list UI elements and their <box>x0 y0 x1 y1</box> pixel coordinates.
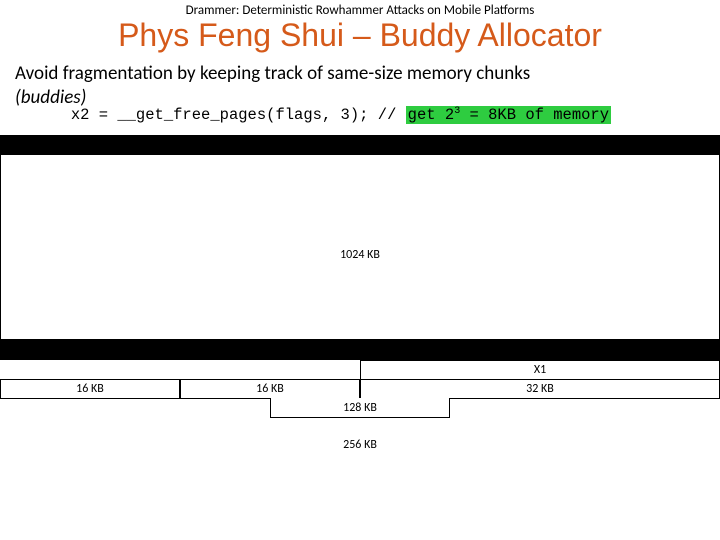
block-128: 128 KB <box>270 398 450 418</box>
label-128: 128 KB <box>343 402 377 414</box>
block-32: 32 KB <box>360 379 720 399</box>
body-overlap-line: (buddies) x2 = __get_free_pages(flags, 3… <box>15 86 705 114</box>
code-pre: x2 = __get_free_pages(flags, 3); // <box>71 106 406 124</box>
dark-zone-top <box>0 135 720 155</box>
label-16-a: 16 KB <box>76 383 104 395</box>
block-16-a: 16 KB <box>0 379 180 399</box>
label-16-b: 16 KB <box>256 383 284 395</box>
slide: Drammer: Deterministic Rowhammer Attacks… <box>0 0 720 540</box>
code-hl-a: get 2 <box>408 106 455 124</box>
dark-zone-mid <box>0 340 720 360</box>
slide-title: Phys Feng Shui – Buddy Allocator <box>0 18 720 59</box>
label-32: 32 KB <box>526 383 554 395</box>
code-highlight: get 23 = 8KB of memory <box>406 106 611 124</box>
label-256: 256 KB <box>343 439 377 451</box>
block-1024: 1024 KB <box>300 245 420 265</box>
code-hl-b: = 8KB of memory <box>460 106 609 124</box>
label-1024: 1024 KB <box>340 249 380 261</box>
block-256: 256 KB <box>270 435 450 455</box>
block-x1: X1 <box>360 360 720 380</box>
body-line-1: Avoid fragmentation by keeping track of … <box>0 59 720 86</box>
label-x1: X1 <box>534 364 546 376</box>
block-16-b: 16 KB <box>180 379 360 399</box>
slide-header: Drammer: Deterministic Rowhammer Attacks… <box>0 0 720 18</box>
